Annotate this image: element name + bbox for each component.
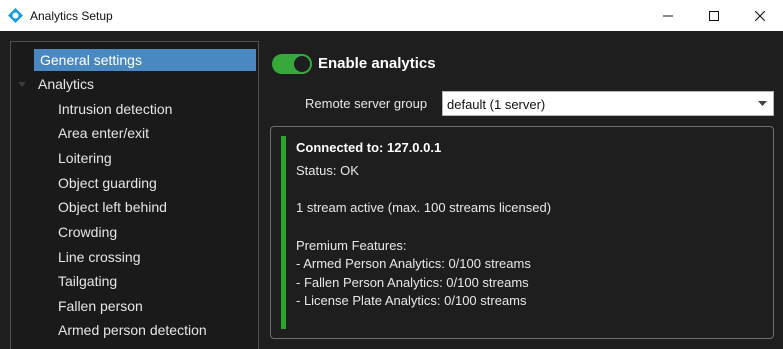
status-text: Status: OK — [296, 163, 359, 178]
tree-item-label: Area enter/exit — [58, 125, 150, 141]
tree-item-label: Analytics — [38, 76, 95, 92]
window-title: Analytics Setup — [30, 9, 113, 23]
enable-analytics-toggle[interactable] — [272, 54, 312, 74]
tree-item-label: Line crossing — [58, 249, 141, 265]
tree-item-object-left-behind[interactable]: Object left behind — [58, 196, 167, 218]
tree-item-analytics[interactable]: Analytics — [38, 73, 94, 95]
tree-item-label: Object left behind — [58, 199, 167, 215]
connected-to-text: Connected to: 127.0.0.1 — [296, 140, 442, 155]
tree-item-label: Tailgating — [58, 273, 118, 289]
premium-feature-item: - Armed Person Analytics: 0/100 streams — [296, 256, 531, 271]
premium-feature-item: - Fallen Person Analytics: 0/100 streams — [296, 275, 529, 290]
premium-features-title: Premium Features: — [296, 238, 407, 253]
status-ok-indicator — [281, 136, 286, 329]
minimize-button[interactable] — [645, 0, 691, 31]
toggle-knob — [294, 56, 310, 72]
tree-item-area-enter-exit[interactable]: Area enter/exit — [58, 122, 149, 144]
tree-item-label: General settings — [40, 52, 142, 68]
connection-status-panel: Connected to: 127.0.0.1 Status: OK 1 str… — [270, 126, 774, 339]
settings-tree: General settings Analytics Intrusion det… — [10, 41, 259, 349]
maximize-icon — [709, 10, 719, 21]
tree-item-label: Object guarding — [58, 175, 157, 191]
tree-item-loitering[interactable]: Loitering — [58, 147, 112, 169]
premium-feature-item: - License Plate Analytics: 0/100 streams — [296, 293, 527, 308]
tree-item-label: Intrusion detection — [58, 101, 173, 117]
tree-item-tailgating[interactable]: Tailgating — [58, 270, 117, 292]
minimize-icon — [663, 15, 673, 16]
enable-analytics-label: Enable analytics — [318, 55, 436, 72]
tree-item-armed-person-detection[interactable]: Armed person detection — [58, 319, 207, 341]
select-value: default (1 server) — [447, 97, 546, 112]
tree-item-general-settings[interactable]: General settings — [34, 49, 256, 71]
maximize-button[interactable] — [691, 0, 737, 31]
tree-item-object-guarding[interactable]: Object guarding — [58, 172, 157, 194]
streams-text: 1 stream active (max. 100 streams licens… — [296, 200, 552, 215]
tree-item-crowding[interactable]: Crowding — [58, 221, 117, 243]
title-bar: Analytics Setup — [0, 0, 783, 31]
tree-item-line-crossing[interactable]: Line crossing — [58, 246, 141, 268]
tree-item-label: Armed person detection — [58, 322, 207, 338]
close-icon — [755, 10, 765, 21]
tree-item-fallen-person[interactable]: Fallen person — [58, 295, 143, 317]
remote-server-group-select[interactable]: default (1 server) — [442, 91, 774, 116]
tree-item-label: Loitering — [58, 150, 112, 166]
close-button[interactable] — [737, 0, 783, 31]
remote-server-group-label: Remote server group — [305, 96, 428, 111]
chevron-down-icon — [758, 101, 767, 106]
tree-item-label: Fallen person — [58, 298, 143, 314]
analytics-app-icon — [8, 8, 23, 23]
tree-item-label: Crowding — [58, 224, 118, 240]
tree-item-intrusion-detection[interactable]: Intrusion detection — [58, 98, 172, 120]
collapse-chevron-icon[interactable] — [18, 82, 26, 88]
